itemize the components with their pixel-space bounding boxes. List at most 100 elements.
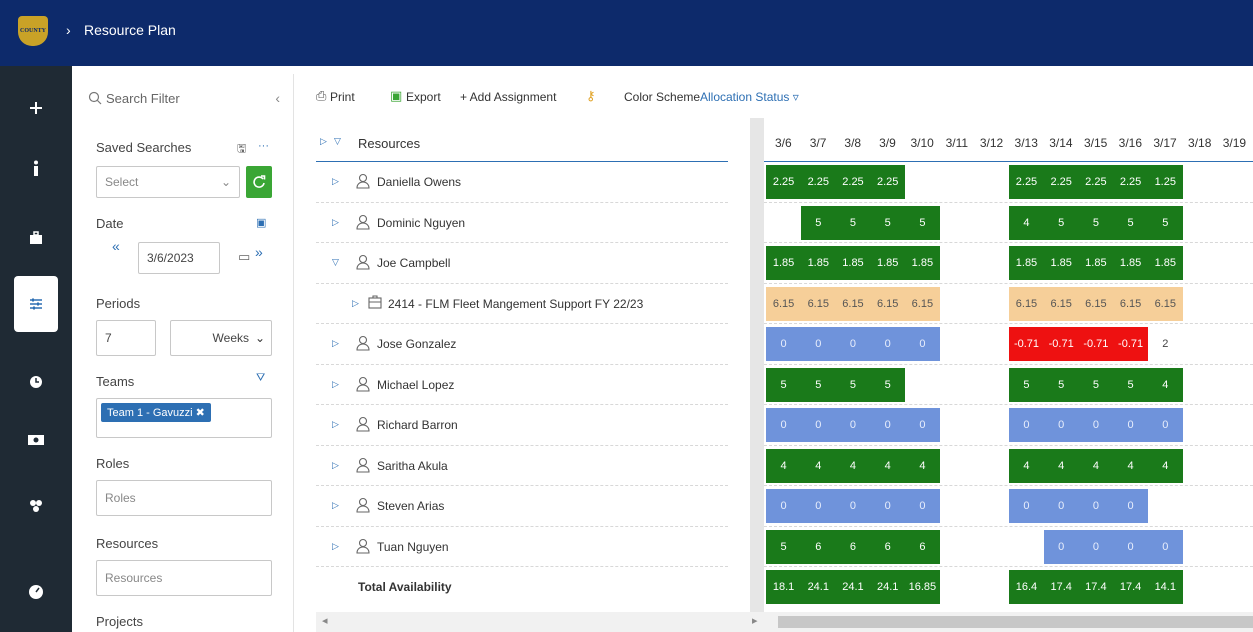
expand-row-icon[interactable]: ▷ xyxy=(332,541,339,552)
allocation-cell[interactable]: 5 xyxy=(835,367,871,402)
date-column-header[interactable]: 3/15 xyxy=(1078,136,1113,150)
date-column-header[interactable]: 3/17 xyxy=(1148,136,1183,150)
next-period-icon[interactable]: » xyxy=(255,244,263,260)
scrollbar-thumb[interactable] xyxy=(778,616,1253,628)
date-column-header[interactable]: 3/10 xyxy=(905,136,940,150)
allocation-cell[interactable]: 0 xyxy=(1147,408,1183,442)
print-button[interactable]: Print xyxy=(330,90,355,104)
expand-row-icon[interactable]: ▷ xyxy=(332,338,339,349)
allocation-cell[interactable]: 24.1 xyxy=(835,570,871,604)
allocation-cell[interactable]: 16.85 xyxy=(904,570,940,604)
briefcase-icon[interactable] xyxy=(0,210,72,266)
allocation-cell[interactable]: 6 xyxy=(870,529,906,564)
allocation-cell[interactable]: 6.15 xyxy=(1008,286,1045,321)
allocation-cell[interactable]: 2.25 xyxy=(870,165,906,199)
project-row[interactable]: ▷ 2414 - FLM Fleet Mangement Support FY 2… xyxy=(316,284,728,324)
allocation-cell[interactable]: 1.85 xyxy=(1147,246,1183,280)
allocation-cell[interactable]: 2.25 xyxy=(835,165,871,199)
print-icon[interactable]: ⎙ xyxy=(316,88,326,104)
allocation-cell[interactable]: 0 xyxy=(904,489,940,523)
allocation-cell[interactable]: 24.1 xyxy=(870,570,906,604)
collapse-panel-icon[interactable]: ‹ xyxy=(275,90,280,106)
add-assignment-button[interactable]: + Add Assignment xyxy=(460,90,556,104)
allocation-cell[interactable]: 6.15 xyxy=(1078,286,1114,321)
resources-field[interactable]: Resources xyxy=(96,560,272,596)
collapse-row-icon[interactable]: ▽ xyxy=(332,257,339,268)
allocation-cell[interactable]: 0 xyxy=(835,408,871,442)
allocation-cell[interactable]: 2.25 xyxy=(1043,165,1079,199)
allocation-cell[interactable]: -0.71 xyxy=(1008,327,1045,361)
excel-icon[interactable]: ▣ xyxy=(390,88,402,104)
resource-row[interactable]: ▷ Michael Lopez xyxy=(316,365,728,405)
allocation-cell[interactable]: 5 xyxy=(1008,367,1045,402)
search-filter[interactable]: Search Filter ‹ xyxy=(88,88,284,112)
allocation-cell[interactable]: 4 xyxy=(1147,367,1183,402)
allocation-cell[interactable]: 1.85 xyxy=(870,246,906,280)
allocation-cell[interactable]: 4 xyxy=(1113,448,1149,483)
resource-name[interactable]: Joe Campbell xyxy=(377,256,450,270)
allocation-cell[interactable]: 4 xyxy=(1008,205,1045,240)
resource-name[interactable]: Richard Barron xyxy=(377,418,458,432)
org-chart-icon[interactable]: ⛛ xyxy=(256,372,265,385)
date-field[interactable]: 3/6/2023 xyxy=(138,242,220,274)
resource-row[interactable]: ▷ Daniella Owens xyxy=(316,162,728,203)
periods-unit-select[interactable]: Weeks ⌄ xyxy=(170,320,272,356)
expand-all-icon[interactable]: ▷ xyxy=(320,136,327,147)
allocation-cell[interactable]: 0 xyxy=(870,489,906,523)
more-options-icon[interactable]: ··· xyxy=(258,140,269,152)
allocation-cell[interactable]: 0 xyxy=(766,489,802,523)
allocation-cell[interactable]: 1.85 xyxy=(800,246,836,280)
dashboard-icon[interactable] xyxy=(0,564,72,620)
allocation-cell[interactable]: 4 xyxy=(800,448,836,483)
allocation-cell[interactable]: 0 xyxy=(904,327,940,361)
date-options-icon[interactable]: ▣ xyxy=(256,216,266,229)
allocation-cell[interactable]: 1.25 xyxy=(1147,165,1183,199)
allocation-cell[interactable]: 6 xyxy=(835,529,871,564)
allocation-cell[interactable]: 14.1 xyxy=(1147,570,1183,604)
allocation-cell[interactable]: 1.85 xyxy=(1008,246,1045,280)
allocation-cell[interactable]: 4 xyxy=(904,448,940,483)
allocation-cell[interactable]: 5 xyxy=(1113,367,1149,402)
resource-name[interactable]: Jose Gonzalez xyxy=(377,337,456,351)
horizontal-scrollbar[interactable]: ◂ ▸ xyxy=(316,612,1253,632)
allocation-cell[interactable]: 1.85 xyxy=(1113,246,1149,280)
allocation-cell[interactable]: 6.15 xyxy=(835,286,871,321)
clock-icon[interactable] xyxy=(0,354,72,410)
allocation-cell[interactable]: 24.1 xyxy=(800,570,836,604)
allocation-cell[interactable]: 1.85 xyxy=(904,246,940,280)
cash-icon[interactable] xyxy=(0,412,72,468)
refresh-button[interactable] xyxy=(246,166,272,198)
allocation-cell[interactable]: 2 xyxy=(1148,327,1183,361)
date-column-header[interactable]: 3/16 xyxy=(1113,136,1148,150)
allocation-cell[interactable]: 6.15 xyxy=(1147,286,1183,321)
expand-row-icon[interactable]: ▷ xyxy=(332,176,339,187)
saved-search-select[interactable]: Select ⌄ xyxy=(96,166,240,198)
allocation-cell[interactable]: 0 xyxy=(800,408,836,442)
date-column-header[interactable]: 3/7 xyxy=(801,136,836,150)
allocation-cell[interactable]: 5 xyxy=(766,367,802,402)
resource-row[interactable]: ▷ Steven Arias xyxy=(316,486,728,527)
key-icon[interactable]: ⚷ xyxy=(586,88,596,104)
scroll-right-icon[interactable]: ▸ xyxy=(752,614,758,627)
allocation-cell[interactable]: 0 xyxy=(800,489,836,523)
allocation-cell[interactable]: -0.71 xyxy=(1078,327,1114,361)
allocation-cell[interactable]: 5 xyxy=(870,205,906,240)
allocation-cell[interactable]: 2.25 xyxy=(1008,165,1045,199)
allocation-cell[interactable]: 17.4 xyxy=(1078,570,1114,604)
allocation-cell[interactable]: 5 xyxy=(1078,205,1114,240)
allocation-cell[interactable]: 0 xyxy=(1008,489,1045,523)
allocation-cell[interactable]: 0 xyxy=(1078,489,1114,523)
allocation-cell[interactable]: 0 xyxy=(835,327,871,361)
allocation-cell[interactable]: 0 xyxy=(800,327,836,361)
allocation-cell[interactable]: 4 xyxy=(766,448,802,483)
expand-row-icon[interactable]: ▷ xyxy=(332,500,339,511)
export-button[interactable]: Export xyxy=(406,90,441,104)
allocation-cell[interactable]: 0 xyxy=(1113,408,1149,442)
periods-count-field[interactable]: 7 xyxy=(96,320,156,356)
sliders-icon[interactable] xyxy=(14,276,58,332)
allocation-cell[interactable]: 1.85 xyxy=(766,246,802,280)
resource-row[interactable]: ▷ Dominic Nguyen xyxy=(316,203,728,243)
allocation-cell[interactable]: 6 xyxy=(800,529,836,564)
allocation-cell[interactable]: 0 xyxy=(1113,489,1149,523)
allocation-cell[interactable]: 0 xyxy=(904,408,940,442)
